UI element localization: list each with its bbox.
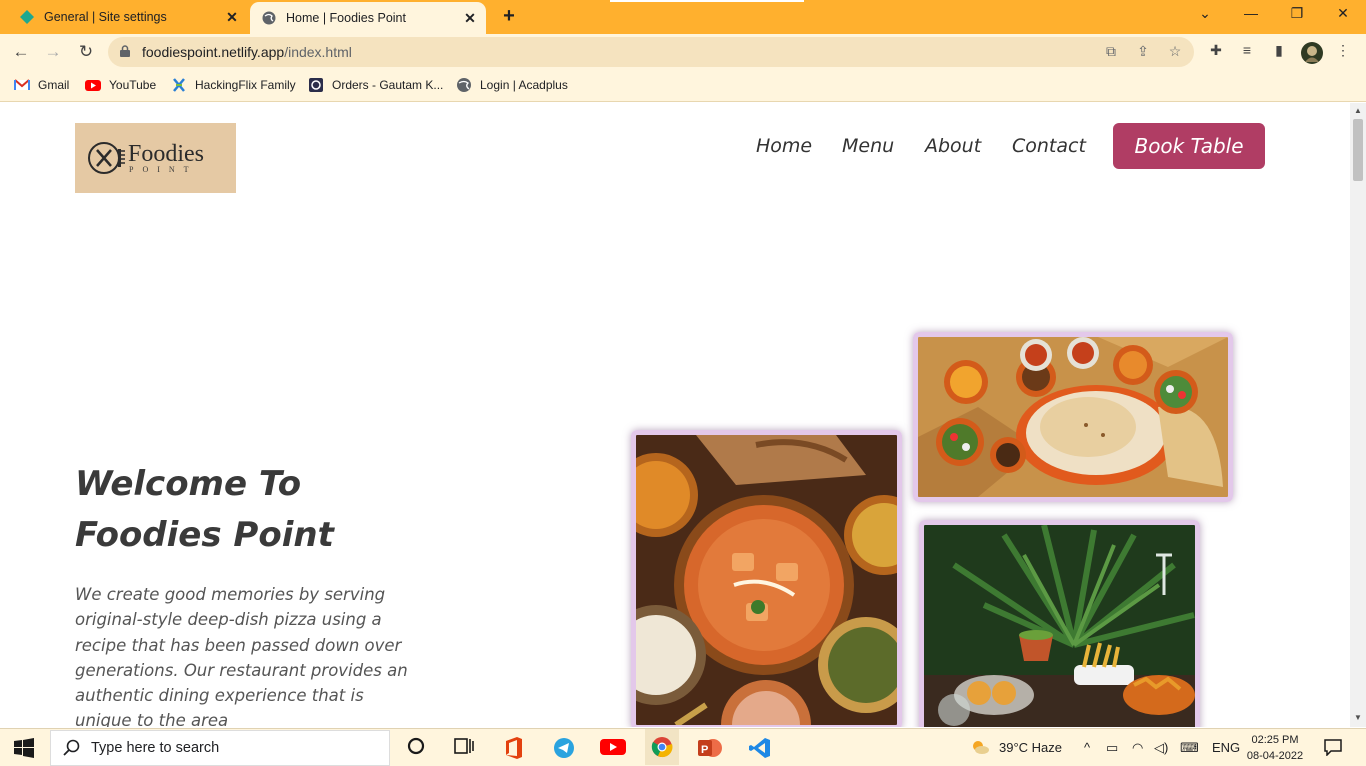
clock-date: 08-04-2022 — [1246, 750, 1304, 762]
weather-text[interactable]: 39°C Haze — [999, 740, 1062, 755]
weather-icon[interactable] — [970, 738, 990, 759]
youtube-icon — [85, 80, 101, 91]
chevron-up-icon[interactable]: ^ — [1084, 740, 1090, 755]
page-scrollbar[interactable]: ▲ ▼ — [1350, 103, 1366, 727]
url-text: foodiespoint.netlify.app/index.html — [142, 44, 352, 60]
tab-title: General | Site settings — [44, 10, 167, 24]
office-icon[interactable] — [502, 737, 526, 759]
tab-strip: General | Site settings ✕ Home | Foodies… — [0, 0, 1366, 34]
vscode-icon[interactable] — [748, 737, 772, 759]
logo-subtitle: POINT — [129, 164, 198, 174]
curry-dishes-photo — [631, 430, 902, 727]
share-icon[interactable]: ⇪ — [1134, 43, 1152, 61]
search-placeholder: Type here to search — [91, 740, 220, 756]
scroll-down-arrow-icon[interactable]: ▼ — [1353, 713, 1363, 722]
extensions-icon[interactable]: ✚ — [1206, 42, 1226, 62]
windows-start-icon[interactable] — [12, 738, 36, 760]
bookmark-orders[interactable]: Orders - Gautam K... — [308, 77, 443, 93]
battery-icon[interactable]: ▭ — [1106, 740, 1118, 756]
close-icon[interactable]: ✕ — [222, 9, 242, 26]
notification-icon[interactable] — [1324, 738, 1342, 759]
orders-icon — [309, 78, 323, 92]
tab-strip-highlight — [610, 0, 804, 2]
cortana-icon[interactable] — [404, 737, 428, 759]
nav-home[interactable]: Home — [756, 135, 812, 157]
browser-toolbar: ← → ↻ foodiespoint.netlify.app/index.htm… — [0, 34, 1366, 70]
side-panel-icon[interactable]: ▮ — [1269, 42, 1289, 62]
hero-description: We create good memories by serving origi… — [75, 585, 408, 727]
svg-text:P: P — [701, 744, 708, 756]
restaurant-table-photo — [919, 520, 1200, 727]
reading-list-icon[interactable]: ≡ — [1237, 42, 1257, 62]
powerpoint-icon[interactable]: P — [698, 737, 722, 759]
bookmark-hackingflix[interactable]: HackingFlix Family — [171, 77, 296, 93]
more-menu-icon[interactable]: ⋮ — [1333, 42, 1353, 62]
book-table-button[interactable]: Book Table — [1113, 123, 1265, 169]
lock-icon[interactable] — [120, 45, 130, 57]
windows-taskbar: Type here to search P 39°C Haze ^ ▭ ◠ ◁)… — [0, 728, 1366, 766]
tab-title: Home | Foodies Point — [286, 11, 406, 25]
star-icon[interactable]: ☆ — [1166, 43, 1184, 61]
scrollbar-thumb[interactable] — [1353, 119, 1363, 181]
indian-thali-photo — [913, 332, 1233, 502]
nav-contact[interactable]: Contact — [1012, 135, 1086, 157]
tab-site-settings[interactable]: General | Site settings ✕ — [8, 0, 248, 34]
reload-icon[interactable]: ↻ — [75, 42, 97, 64]
site-logo[interactable]: Foodies POINT — [75, 123, 236, 193]
gmail-icon — [14, 79, 30, 90]
chrome-icon[interactable] — [645, 729, 679, 765]
forward-arrow-icon[interactable]: → — [42, 42, 64, 64]
address-bar[interactable]: foodiespoint.netlify.app/index.html ⧉ ⇪ … — [108, 37, 1194, 67]
volume-icon[interactable]: ◁) — [1154, 740, 1168, 756]
hackingflix-icon — [173, 78, 185, 92]
bookmarks-bar: Gmail YouTube HackingFlix Family Orders … — [0, 70, 1366, 102]
diamond-icon — [20, 10, 34, 24]
bookmark-youtube[interactable]: YouTube — [85, 77, 156, 93]
web-page: Foodies POINT Home Menu About Contact Bo… — [0, 103, 1350, 727]
wifi-icon[interactable]: ◠ — [1132, 740, 1143, 756]
nav-about[interactable]: About — [925, 135, 981, 157]
back-arrow-icon[interactable]: ← — [10, 42, 32, 64]
close-icon[interactable]: ✕ — [1328, 5, 1358, 25]
search-icon — [63, 739, 80, 756]
tab-foodies-point[interactable]: Home | Foodies Point ✕ — [250, 2, 486, 34]
bookmark-gmail[interactable]: Gmail — [14, 77, 69, 93]
globe-icon — [457, 78, 471, 92]
keyboard-icon[interactable]: ⌨ — [1180, 740, 1199, 756]
new-tab-button[interactable]: + — [498, 6, 520, 28]
youtube-app-icon[interactable] — [600, 737, 626, 759]
minimize-icon[interactable]: — — [1236, 5, 1266, 25]
restore-icon[interactable]: ❐ — [1282, 5, 1312, 25]
clock-time: 02:25 PM — [1251, 734, 1299, 746]
translate-icon[interactable]: ⧉ — [1102, 43, 1120, 61]
clock[interactable]: 02:25 PM 08-04-2022 — [1244, 732, 1306, 764]
nav-menu[interactable]: Menu — [842, 135, 894, 157]
globe-icon — [262, 11, 276, 25]
avatar[interactable] — [1301, 42, 1323, 64]
telegram-icon[interactable] — [552, 737, 576, 759]
language-indicator[interactable]: ENG — [1212, 740, 1240, 755]
hero-title: Welcome To Foodies Point — [75, 464, 334, 555]
scroll-up-arrow-icon[interactable]: ▲ — [1353, 106, 1363, 115]
close-icon[interactable]: ✕ — [460, 10, 480, 27]
task-view-icon[interactable] — [452, 737, 476, 759]
chevron-down-icon[interactable]: ⌄ — [1190, 5, 1220, 25]
fork-spoon-icon — [88, 142, 125, 174]
bookmark-acadplus[interactable]: Login | Acadplus — [456, 77, 568, 93]
taskbar-search-input[interactable]: Type here to search — [50, 730, 390, 766]
logo-name: Foodies — [128, 140, 205, 167]
